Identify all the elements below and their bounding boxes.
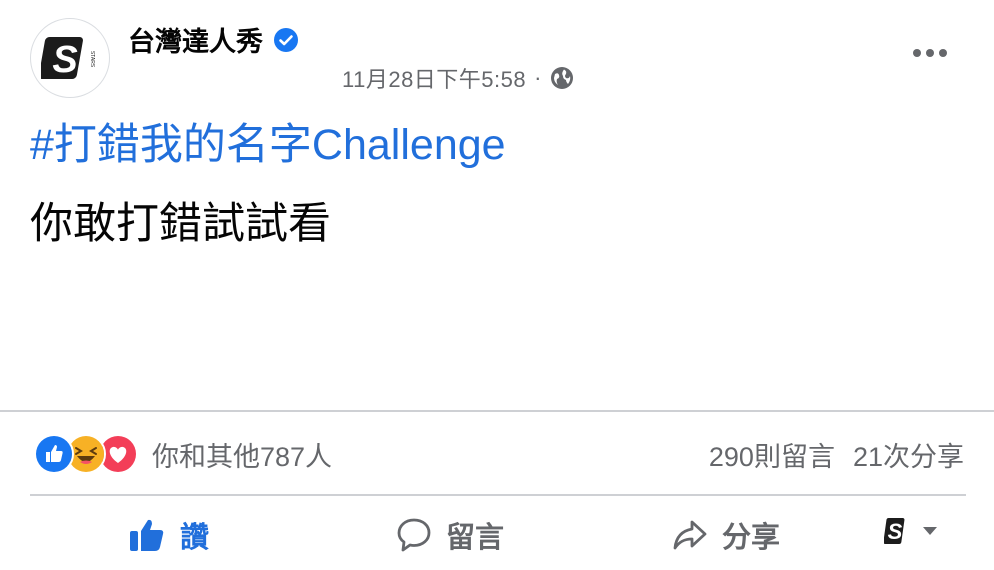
reactions-summary[interactable]: 你和其他787人 (34, 434, 332, 474)
like-reaction-icon (34, 434, 74, 474)
comment-count[interactable]: 290則留言 (709, 435, 835, 474)
like-label: 讚 (180, 522, 210, 554)
page-logo-icon: S STARS (41, 37, 95, 81)
engagement-stats: 290則留言 21次分享 (709, 434, 964, 474)
post-timestamp[interactable]: 11月28日下午5:58 (342, 62, 526, 94)
like-button[interactable]: 讚 (128, 512, 209, 558)
post-header: S STARS 台灣達人秀 11月28日下午5:58 · (0, 0, 994, 110)
thumbs-up-icon (130, 519, 164, 551)
post-meta: 11月28日下午5:58 · (342, 62, 574, 94)
share-count[interactable]: 21次分享 (853, 435, 964, 474)
page-name-row: 台灣達人秀 (128, 20, 299, 59)
page-avatar[interactable]: S STARS (30, 18, 110, 98)
chevron-down-icon (923, 527, 937, 535)
content-divider (0, 410, 994, 412)
more-options-icon (913, 49, 947, 57)
post-as-page-selector[interactable]: S (884, 516, 938, 546)
comment-label: 留言 (446, 522, 505, 554)
globe-icon[interactable] (550, 66, 574, 90)
svg-text:S: S (888, 519, 903, 544)
page-name[interactable]: 台灣達人秀 (128, 20, 263, 59)
actions-divider (30, 494, 966, 496)
svg-text:STARS: STARS (89, 51, 95, 68)
comment-icon (397, 518, 431, 552)
post-body-text: 你敢打錯試試看 (30, 200, 331, 248)
page-logo-small-icon: S (884, 518, 905, 544)
share-arrow-icon (673, 520, 707, 550)
svg-text:S: S (52, 39, 77, 81)
share-label: 分享 (722, 522, 781, 554)
meta-separator: · (534, 65, 542, 90)
post-hashtag-link[interactable]: #打錯我的名字Challenge (30, 118, 506, 172)
more-options-button[interactable] (906, 38, 954, 68)
reaction-count-text[interactable]: 你和其他787人 (152, 435, 332, 474)
comment-button[interactable]: 留言 (396, 512, 504, 558)
share-button[interactable]: 分享 (672, 512, 780, 558)
verified-badge-icon (274, 27, 298, 52)
post-actions-bar: 讚 留言 分享 S (0, 500, 994, 570)
